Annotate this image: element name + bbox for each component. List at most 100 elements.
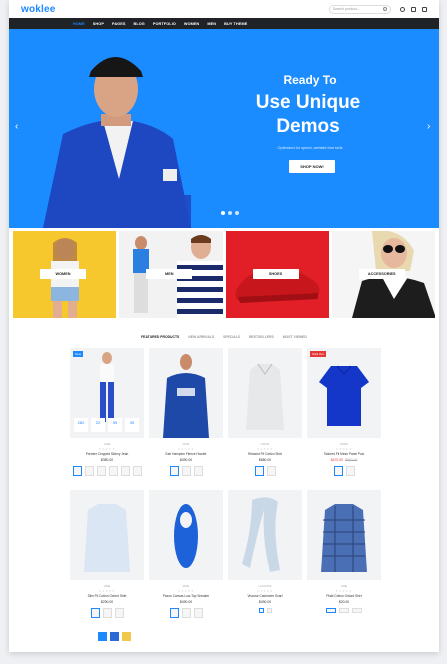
product-image[interactable] (307, 490, 381, 580)
search-icon[interactable] (383, 6, 387, 11)
category-accessories[interactable]: ACCESSORIES (331, 231, 435, 318)
hero-line3: Demos (276, 116, 340, 137)
countdown-seconds: 39 (125, 418, 139, 432)
swatch[interactable] (266, 466, 276, 476)
product-image[interactable] (149, 490, 223, 580)
color-swatches (228, 466, 302, 476)
product-image[interactable] (149, 348, 223, 438)
swatch[interactable] (72, 466, 82, 476)
product-name[interactable]: Plaid Cotton Oxford Shirt (307, 594, 381, 598)
nav-pages[interactable]: PAGES (112, 22, 126, 26)
product-name[interactable]: Tailored Fit Mesh Panel Polo (307, 452, 381, 456)
product-name[interactable]: Viscose Cashmere Scarf (228, 594, 302, 598)
product-price: $290.00 (100, 600, 114, 604)
nav-portfolio[interactable]: PORTFOLIO (153, 22, 176, 26)
tab-featured[interactable]: FEATURED PRODUCTS (141, 335, 179, 339)
swatch-navy[interactable] (110, 632, 119, 641)
swatch[interactable] (108, 466, 118, 476)
product-brand: LACOSTE (258, 584, 272, 588)
product-card[interactable]: DNKI ★★★★★ Paxon Canvas Low-Top Sneaker … (149, 490, 223, 618)
hero-line2: Use Unique (255, 92, 361, 113)
product-name[interactable]: Premier Cropped Skinny Jean (70, 452, 144, 456)
site-logo[interactable]: woklee (21, 4, 56, 15)
compare-icon[interactable] (422, 6, 427, 12)
nav-home[interactable]: HOME (73, 22, 85, 26)
slide-dot-1[interactable] (221, 211, 225, 215)
swatch[interactable] (181, 466, 191, 476)
slider-dots (221, 211, 239, 215)
product-card[interactable]: DNKI ★★★★★ Earl Hampton Fleece Hoodie $4… (149, 348, 223, 476)
swatch[interactable] (120, 466, 130, 476)
product-name[interactable]: Relaxed Fit Cotton Shirt (228, 452, 302, 456)
product-card[interactable]: LIME ★★★★★ Plaid Cotton Oxford Shirt $20… (307, 490, 381, 618)
size-option[interactable] (326, 608, 336, 613)
category-label-men: MEN (146, 269, 193, 279)
swatch-blue[interactable] (98, 632, 107, 641)
product-image[interactable] (70, 490, 144, 580)
swatch[interactable] (169, 466, 179, 476)
nav-blog[interactable]: BLOG (133, 22, 144, 26)
product-card[interactable]: Sold Out DIMM ★★★★★ Tailored Fit Mesh Pa… (307, 348, 381, 476)
product-image[interactable] (228, 348, 302, 438)
product-card[interactable]: LACOSTE ★★★★★ Viscose Cashmere Scarf $49… (228, 490, 302, 618)
header-icons (400, 6, 427, 12)
tab-most-viewed[interactable]: MOST VIEWED (283, 335, 307, 339)
size-option[interactable] (339, 608, 349, 613)
tab-bestsellers[interactable]: BESTSELLERS (249, 335, 274, 339)
category-label-accessories: ACCESSORIES (358, 269, 405, 279)
category-men[interactable]: MEN (119, 231, 223, 318)
slide-dot-2[interactable] (228, 211, 232, 215)
swatch[interactable] (90, 608, 100, 618)
swatch[interactable] (254, 466, 264, 476)
nav-shop[interactable]: SHOP (93, 22, 104, 26)
shop-now-button[interactable]: SHOP NOW! (289, 160, 335, 173)
user-icon[interactable] (400, 6, 405, 12)
product-price: $380.00 (100, 458, 114, 462)
category-women[interactable]: WOMEN (13, 231, 117, 318)
product-image[interactable]: Sold Out (307, 348, 381, 438)
search-input[interactable]: Search product... (329, 4, 391, 14)
swatch[interactable] (333, 466, 343, 476)
swatch[interactable] (102, 608, 112, 618)
product-image[interactable] (228, 490, 302, 580)
tab-specials[interactable]: SPECIALS (223, 335, 240, 339)
product-card[interactable]: New 282 22 59 39 LIME ★★★★★ Premier Crop… (70, 348, 144, 476)
prev-slide-arrow[interactable]: ‹ (15, 121, 18, 132)
product-image[interactable]: New 282 22 59 39 (70, 348, 144, 438)
slide-dot-3[interactable] (235, 211, 239, 215)
product-card[interactable]: LIME ★★★★★ Slim Fit Cotton Oxford Shirt … (70, 490, 144, 618)
swatch[interactable] (114, 608, 124, 618)
bag-icon[interactable] (411, 6, 416, 12)
page-dot[interactable] (258, 608, 264, 613)
swatch[interactable] (193, 466, 203, 476)
swatch[interactable] (169, 608, 179, 618)
swatch-yellow[interactable] (122, 632, 131, 641)
product-name[interactable]: Earl Hampton Fleece Hoodie (149, 452, 223, 456)
next-slide-arrow[interactable]: › (427, 121, 430, 132)
nav-buy-theme[interactable]: BUY THEME (224, 22, 247, 26)
category-shoes[interactable]: SHOES (225, 231, 329, 318)
tab-new-arrivals[interactable]: NEW ARRIVALS (188, 335, 214, 339)
swatch[interactable] (345, 466, 355, 476)
swatch[interactable] (181, 608, 191, 618)
hero-model-image (43, 57, 191, 228)
size-option[interactable] (352, 608, 362, 613)
nav-men[interactable]: MEN (207, 22, 216, 26)
product-name[interactable]: Slim Fit Cotton Oxford Shirt (70, 594, 144, 598)
product-card[interactable]: AXIOS ★★★★★ Relaxed Fit Cotton Shirt $68… (228, 348, 302, 476)
oxford-shirt-image (84, 504, 130, 572)
category-label-shoes: SHOES (252, 269, 299, 279)
rating-stars: ★★★★★ (177, 447, 195, 451)
product-name[interactable]: Paxon Canvas Low-Top Sneaker (149, 594, 223, 598)
product-brand: DNKI (182, 584, 190, 588)
swatch[interactable] (96, 466, 106, 476)
swatch[interactable] (193, 608, 203, 618)
product-price: $470.00 $660.00 (307, 458, 381, 462)
product-row-2: LIME ★★★★★ Slim Fit Cotton Oxford Shirt … (70, 490, 382, 618)
product-price: $490.00 (179, 458, 193, 462)
swatch[interactable] (84, 466, 94, 476)
page-dot[interactable] (266, 608, 272, 613)
nav-women[interactable]: WOMEN (184, 22, 199, 26)
swatch[interactable] (132, 466, 142, 476)
product-price: $20.00 (338, 600, 350, 604)
